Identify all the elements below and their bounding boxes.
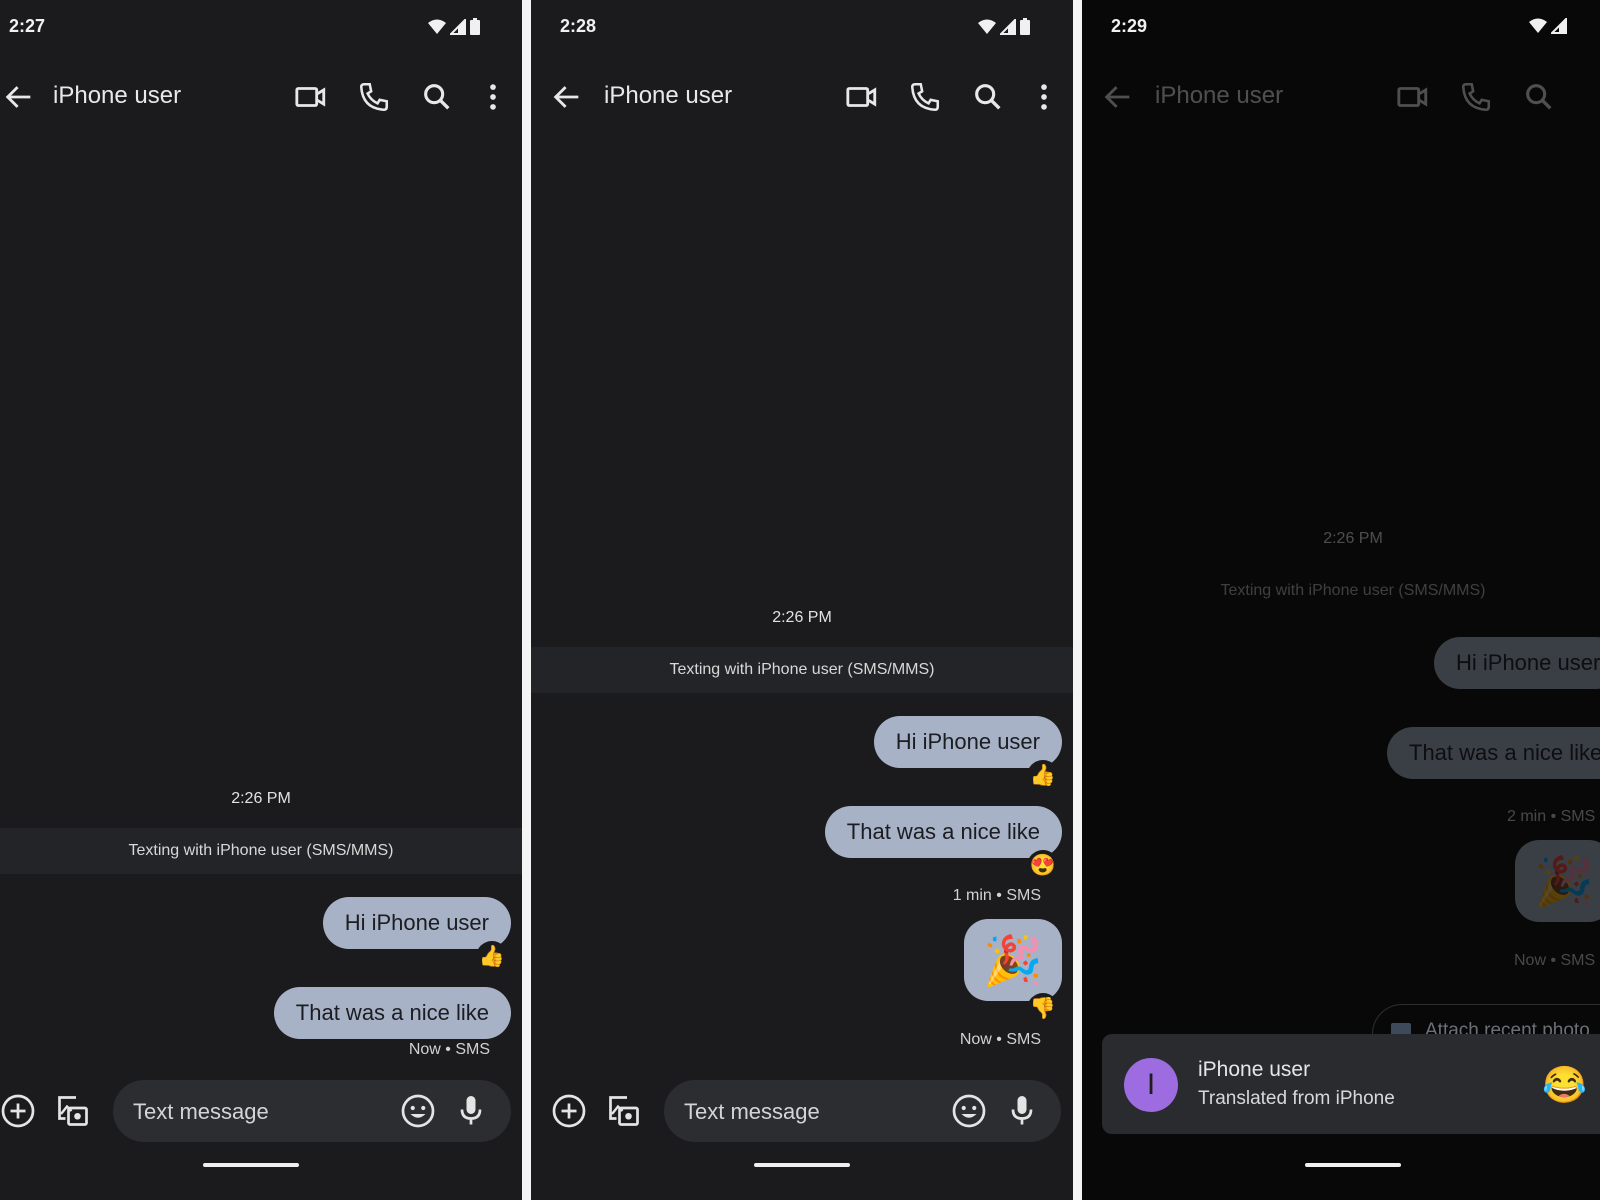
wifi-icon — [978, 19, 996, 34]
message-bubble[interactable]: Hi iPhone user — [873, 716, 1062, 768]
message-input[interactable] — [682, 1080, 936, 1144]
phone-screen-1: 2:27 iPhone user 2:26 PM Texting with iP… — [0, 0, 522, 1200]
add-attachment-icon[interactable] — [551, 1093, 587, 1129]
conversation-timestamp: 2:26 PM — [231, 790, 291, 807]
add-attachment-icon[interactable] — [0, 1093, 36, 1129]
sms-info-banner: Texting with iPhone user (SMS/MMS) — [0, 828, 522, 874]
wifi-icon — [428, 19, 446, 34]
emoji-picker-icon[interactable] — [951, 1093, 987, 1129]
message-bubble[interactable]: That was a nice like — [824, 806, 1062, 858]
incoming-message-notification[interactable]: I iPhone user Translated from iPhone 😂 — [1102, 1034, 1600, 1134]
message-status: Now • SMS — [959, 1031, 1041, 1048]
message-status: Now • SMS — [408, 1041, 490, 1058]
home-indicator[interactable] — [203, 1163, 299, 1167]
gallery-camera-icon[interactable] — [606, 1093, 642, 1129]
notification-title: iPhone user — [1198, 1058, 1311, 1081]
emoji-message-bubble[interactable]: 🎉 — [1515, 840, 1600, 922]
panel-separator — [522, 0, 531, 1200]
video-call-icon[interactable] — [1396, 80, 1430, 114]
gallery-camera-icon[interactable] — [55, 1093, 91, 1129]
thumbs-up-reaction-icon[interactable]: 👍 — [476, 941, 508, 973]
message-bubble[interactable]: Hi iPhone user — [1434, 637, 1600, 689]
thumbs-up-reaction-icon[interactable]: 👍 — [1027, 760, 1059, 792]
status-time: 2:28 — [560, 16, 597, 36]
sms-info-banner: Texting with iPhone user (SMS/MMS) — [531, 647, 1073, 693]
home-indicator[interactable] — [754, 1163, 850, 1167]
home-indicator[interactable] — [1305, 1163, 1401, 1167]
status-icons — [428, 18, 480, 35]
battery-icon — [1020, 18, 1030, 35]
search-icon[interactable] — [420, 80, 454, 114]
notification-subtitle: Translated from iPhone — [1198, 1088, 1395, 1109]
emoji-picker-icon[interactable] — [400, 1093, 436, 1129]
conversation-timestamp: 2:26 PM — [1323, 530, 1383, 547]
conversation-title: iPhone user — [1155, 82, 1284, 109]
laughing-emoji-icon: 😂 — [1542, 1064, 1587, 1105]
conversation-title: iPhone user — [604, 82, 733, 109]
status-time: 2:29 — [1111, 16, 1148, 36]
contact-avatar: I — [1124, 1058, 1178, 1112]
phone-call-icon[interactable] — [1459, 80, 1493, 114]
more-options-icon[interactable] — [476, 80, 510, 114]
video-call-icon[interactable] — [845, 80, 879, 114]
phone-screen-3: 2:29 iPhone user 2:26 PM Texting with iP… — [1082, 0, 1600, 1200]
signal-icon — [1551, 18, 1567, 34]
heart-eyes-reaction-icon[interactable]: 😍 — [1027, 850, 1059, 882]
search-icon[interactable] — [971, 80, 1005, 114]
back-arrow-icon[interactable] — [550, 80, 584, 114]
microphone-icon[interactable] — [453, 1093, 489, 1129]
wifi-icon — [1529, 18, 1547, 33]
signal-icon — [1000, 18, 1016, 35]
thumbs-down-reaction-icon[interactable]: 👎 — [1027, 993, 1059, 1025]
back-arrow-icon[interactable] — [1101, 80, 1135, 114]
signal-icon — [450, 18, 466, 35]
status-time: 2:27 — [9, 16, 46, 36]
panel-separator — [1073, 0, 1082, 1200]
battery-icon — [470, 18, 480, 35]
search-icon[interactable] — [1522, 80, 1556, 114]
microphone-icon[interactable] — [1004, 1093, 1040, 1129]
compose-bar — [664, 1080, 1061, 1144]
message-bubble[interactable]: That was a nice like — [1387, 727, 1600, 779]
emoji-message-bubble[interactable]: 🎉 — [964, 919, 1062, 1001]
message-bubble[interactable]: Hi iPhone user — [322, 897, 511, 949]
phone-call-icon[interactable] — [908, 80, 942, 114]
phone-call-icon[interactable] — [357, 80, 391, 114]
compose-bar — [113, 1080, 511, 1144]
sms-info-banner: Texting with iPhone user (SMS/MMS) — [1220, 582, 1486, 599]
message-input[interactable] — [131, 1080, 385, 1144]
status-icons — [1529, 18, 1567, 34]
back-arrow-icon[interactable] — [2, 80, 36, 114]
message-status: Now • SMS — [1514, 952, 1596, 969]
video-call-icon[interactable] — [294, 80, 328, 114]
message-status: 1 min • SMS — [952, 887, 1041, 904]
message-bubble[interactable]: That was a nice like — [273, 987, 511, 1039]
more-options-icon[interactable] — [1027, 80, 1061, 114]
phone-screen-2: 2:28 iPhone user 2:26 PM Texting with iP… — [531, 0, 1073, 1200]
message-status: 2 min • SMS — [1507, 808, 1596, 825]
conversation-title: iPhone user — [53, 82, 182, 109]
status-icons — [978, 18, 1030, 35]
conversation-timestamp: 2:26 PM — [772, 609, 832, 626]
